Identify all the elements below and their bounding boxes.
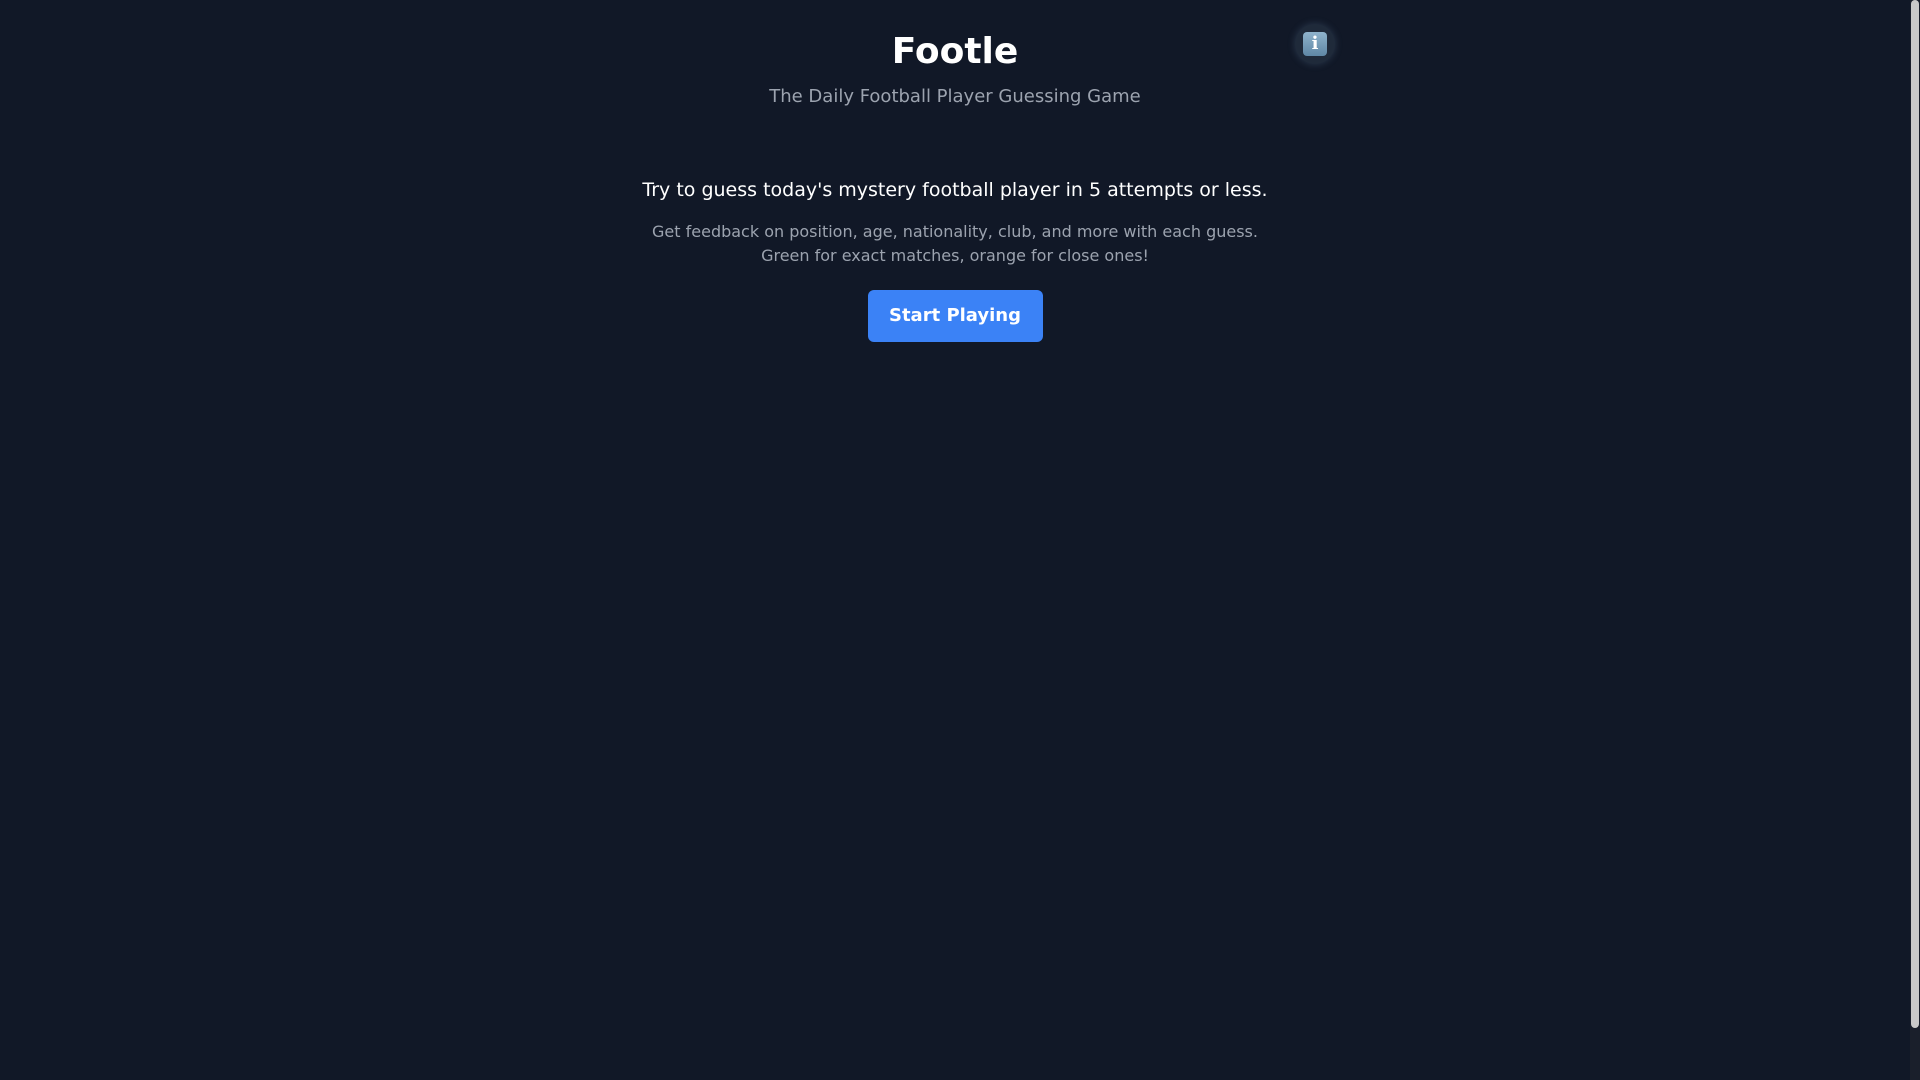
app-title: Footle xyxy=(891,31,1019,72)
intro-headline: Try to guess today's mystery football pl… xyxy=(642,179,1268,201)
scrollbar-thumb[interactable] xyxy=(1911,0,1919,1028)
info-button[interactable]: i xyxy=(1295,24,1335,64)
instructions-line-2: Green for exact matches, orange for clos… xyxy=(761,246,1149,265)
start-playing-button[interactable]: Start Playing xyxy=(867,290,1043,342)
main-container: Footle The Daily Football Player Guessin… xyxy=(0,0,1910,342)
instructions-line-1: Get feedback on position, age, nationali… xyxy=(652,222,1258,241)
vertical-scrollbar[interactable] xyxy=(1910,0,1920,1080)
header: Footle The Daily Football Player Guessin… xyxy=(575,0,1335,110)
instructions: Get feedback on position, age, nationali… xyxy=(635,220,1275,268)
info-icon: i xyxy=(1303,32,1327,56)
app-subtitle: The Daily Football Player Guessing Game xyxy=(769,86,1141,107)
page: Footle The Daily Football Player Guessin… xyxy=(0,0,1910,1080)
